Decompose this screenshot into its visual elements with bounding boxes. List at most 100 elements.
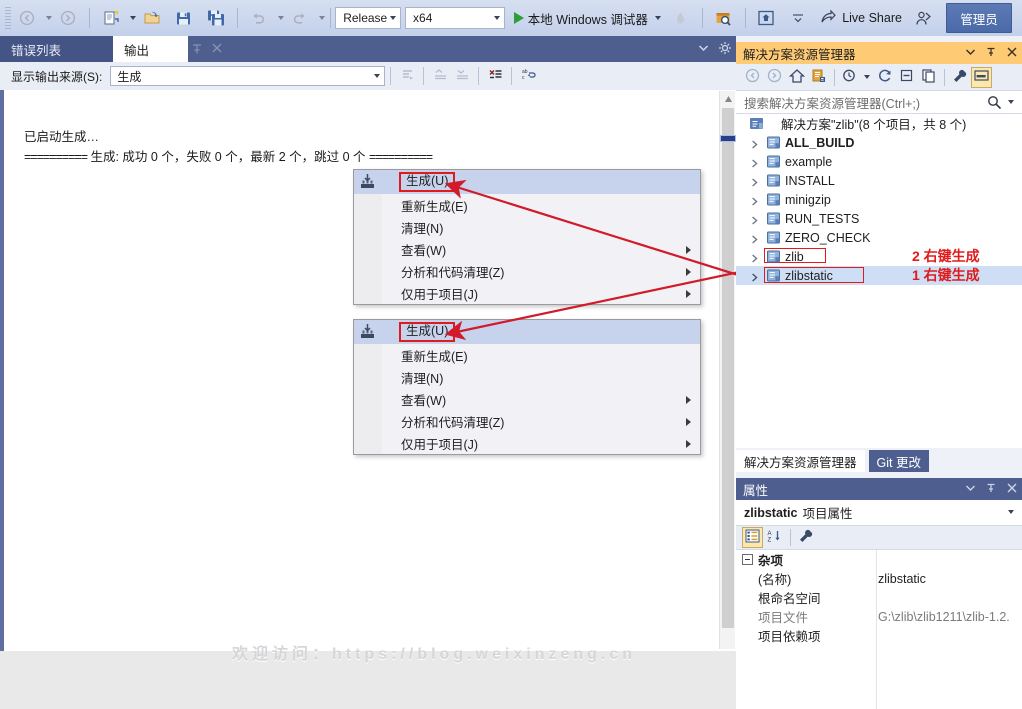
redo-button[interactable] [285,5,315,31]
solution-explorer-search[interactable]: 搜索解决方案资源管理器(Ctrl+;) [736,90,1022,114]
pin-icon[interactable] [985,482,997,497]
preview-window-button[interactable] [751,5,781,31]
tree-root-solution[interactable]: 解决方案"zlib"(8 个项目，共 8 个) [736,114,1022,133]
hot-reload-button[interactable] [666,5,696,31]
expander-icon[interactable] [750,138,759,149]
menu-item-build[interactable]: 生成(U) [354,320,700,344]
scrollbar-position-marker[interactable] [720,135,736,142]
expander-icon[interactable] [750,195,759,206]
refresh-button[interactable] [874,67,895,88]
chevron-down-icon[interactable] [965,482,976,496]
tree-node-minigzip[interactable]: minigzip [736,190,1022,209]
collapse-all-button[interactable] [896,67,917,88]
expander-icon[interactable] [750,252,759,263]
new-item-dropdown[interactable] [129,16,136,20]
property-row-name[interactable]: (名称) zlibstatic [736,569,1022,588]
menu-item-clean[interactable]: 清理(N) [354,216,700,238]
solution-tree[interactable]: 解决方案"zlib"(8 个项目，共 8 个) ALL_BUILD exampl… [736,114,1022,448]
feedback-button[interactable] [909,5,939,31]
tree-node-zlib[interactable]: zlib 2 右键生成 [736,247,1022,266]
sync-with-active-document-button[interactable] [808,67,829,88]
navigate-back-button[interactable] [12,5,42,31]
new-item-button[interactable] [96,5,126,31]
property-row-project-file[interactable]: 项目文件 G:\zlib\zlib1211\zlib-1.2. [736,607,1022,626]
chevron-down-icon[interactable] [1008,100,1014,104]
tab-error-list[interactable]: 错误列表 [0,36,113,62]
gear-icon[interactable] [718,41,732,58]
close-icon[interactable] [1006,482,1018,497]
tree-node-run-tests[interactable]: RUN_TESTS [736,209,1022,228]
expander-icon[interactable] [750,157,759,168]
chevron-down-icon[interactable] [1008,510,1014,514]
property-value[interactable]: zlibstatic [878,572,1020,586]
admin-badge[interactable]: 管理员 [945,3,1012,33]
pending-changes-dropdown[interactable] [864,75,870,79]
forward-button[interactable] [764,67,785,88]
menu-item-analyze[interactable]: 分析和代码清理(Z) [354,260,700,282]
undo-dropdown[interactable] [277,16,284,20]
navigate-to-message-button[interactable] [396,65,418,87]
property-pages-button[interactable] [795,527,816,548]
toggle-word-wrap-button[interactable]: ab c [517,65,539,87]
redo-dropdown[interactable] [318,16,325,20]
navigate-forward-button[interactable] [53,5,83,31]
properties-group-misc[interactable]: 杂项 [736,550,1022,569]
scroll-up-icon[interactable] [720,91,736,107]
tree-node-example[interactable]: example [736,152,1022,171]
solution-platform-combo[interactable]: x64 [405,7,505,29]
expander-icon[interactable] [750,176,759,187]
next-message-button[interactable] [451,65,473,87]
toolbar-grip[interactable] [5,7,12,29]
categorized-button[interactable] [742,527,763,548]
start-debugging-button[interactable]: 本地 Windows 调试器 [510,5,665,31]
menu-item-rebuild[interactable]: 重新生成(E) [354,194,700,216]
tree-node-zero-check[interactable]: ZERO_CHECK [736,228,1022,247]
output-vertical-scrollbar[interactable] [719,91,736,649]
preview-selected-items-button[interactable] [971,66,992,88]
live-share-button[interactable]: Live Share [814,5,908,31]
menu-item-view[interactable]: 查看(W) [354,388,700,410]
tab-output[interactable]: 输出 [113,36,188,62]
menu-item-project-only[interactable]: 仅用于项目(J) [354,432,700,454]
properties-object-selector[interactable]: zlibstatic 项目属性 [736,500,1022,526]
output-source-combo[interactable]: 生成 [110,66,386,86]
toolbar-overflow-button[interactable] [783,5,813,31]
chevron-down-icon[interactable] [697,41,710,57]
menu-item-analyze[interactable]: 分析和代码清理(Z) [354,410,700,432]
home-button[interactable] [786,67,807,88]
alphabetical-button[interactable]: AZ [764,527,785,548]
undo-button[interactable] [244,5,274,31]
bottom-tab-git-changes[interactable]: Git 更改 [868,450,929,472]
scrollbar-track[interactable] [722,108,734,628]
previous-message-button[interactable] [429,65,451,87]
pin-icon[interactable] [190,42,204,56]
back-button[interactable] [742,67,763,88]
tree-node-all-build[interactable]: ALL_BUILD [736,133,1022,152]
expander-icon[interactable] [750,214,759,225]
menu-item-build[interactable]: 生成(U) [354,170,700,194]
tree-node-zlibstatic[interactable]: zlibstatic 1 右键生成 [736,266,1022,285]
navigate-back-dropdown[interactable] [46,16,53,20]
context-menu-zlibstatic[interactable]: 生成(U) 重新生成(E) 清理(N) 查看(W) 分析和代码清理(Z) 仅用于… [353,169,701,305]
collapse-icon[interactable] [742,554,753,565]
context-menu-zlib[interactable]: 生成(U) 重新生成(E) 清理(N) 查看(W) 分析和代码清理(Z) 仅用于… [353,319,701,455]
clear-all-button[interactable] [484,65,506,87]
search-icon[interactable] [987,95,1002,113]
chevron-down-icon[interactable] [965,46,976,60]
menu-item-project-only[interactable]: 仅用于项目(J) [354,282,700,304]
open-file-button[interactable] [137,5,167,31]
close-icon[interactable] [210,41,224,55]
properties-grid[interactable]: 杂项 (名称) zlibstatic 根命名空间 项目文件 G:\zlib\zl… [736,550,1022,709]
menu-item-clean[interactable]: 清理(N) [354,366,700,388]
solution-configuration-combo[interactable]: Release [335,7,402,29]
show-all-files-button[interactable] [918,67,939,88]
expander-icon[interactable] [750,233,759,244]
menu-item-view[interactable]: 查看(W) [354,238,700,260]
menu-item-rebuild[interactable]: 重新生成(E) [354,344,700,366]
pending-changes-filter-button[interactable] [839,67,860,88]
save-button[interactable] [169,5,199,31]
pin-icon[interactable] [985,46,997,61]
bottom-tab-solution-explorer[interactable]: 解决方案资源管理器 [736,450,865,472]
close-icon[interactable] [1006,46,1018,61]
expander-icon[interactable] [750,271,759,282]
